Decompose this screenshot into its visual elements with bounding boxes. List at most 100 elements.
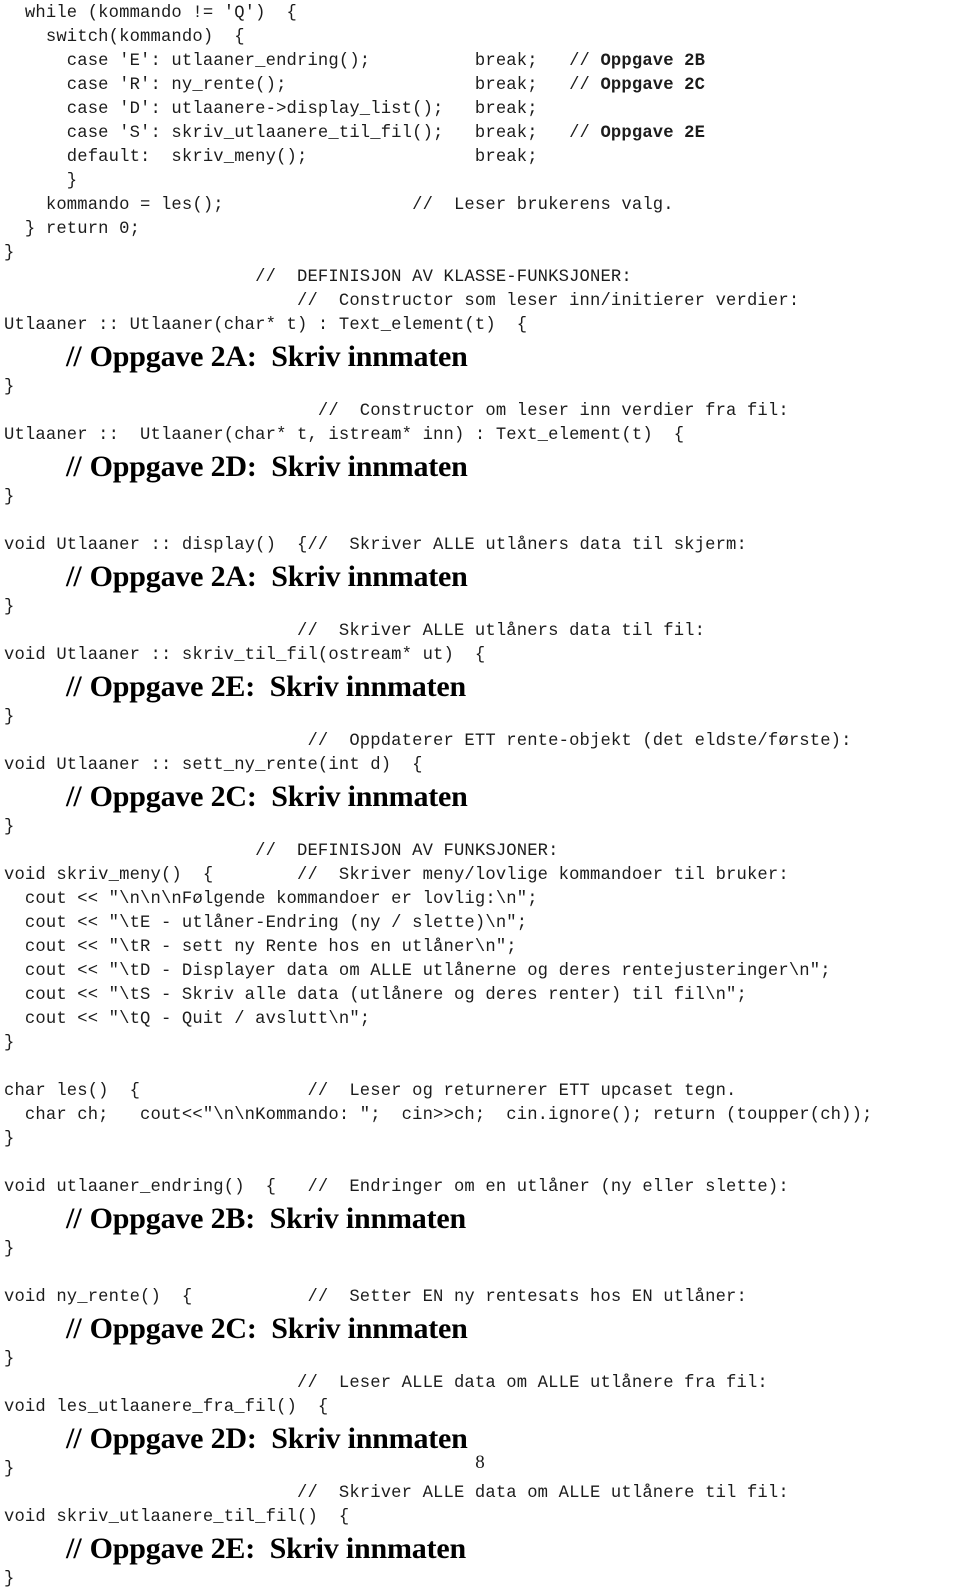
code-line-text: } <box>4 244 15 263</box>
task-heading: //Oppgave 2B: Skriv innmaten <box>4 1200 960 1238</box>
code-line: case 'E': utlaaner_endring(); break; // … <box>4 50 960 74</box>
code-line-text: // Leser ALLE data om ALLE utlånere fra … <box>4 1374 768 1393</box>
code-line-text: void Utlaaner :: display() {// Skriver A… <box>4 536 747 555</box>
task-heading: //Oppgave 2D: Skriv innmaten <box>4 448 960 486</box>
code-line-text: } <box>4 598 15 617</box>
code-line: } <box>4 1568 960 1592</box>
page-number: 8 <box>475 1452 485 1473</box>
code-line: void ny_rente() { // Setter EN ny rentes… <box>4 1286 960 1310</box>
code-line: void utlaaner_endring() { // Endringer o… <box>4 1176 960 1200</box>
code-line: } <box>4 706 960 730</box>
code-line: } <box>4 1128 960 1152</box>
code-line-text: Utlaaner :: Utlaaner(char* t) : Text_ele… <box>4 316 528 335</box>
code-line: // Constructor om leser inn verdier fra … <box>4 400 960 424</box>
comment-slashes: // <box>66 1202 82 1235</box>
code-line: void Utlaaner :: skriv_til_fil(ostream* … <box>4 644 960 668</box>
code-line: } <box>4 1348 960 1372</box>
code-line-text: cout << "\tE - utlåner-Endring (ny / sle… <box>4 914 528 933</box>
task-heading: //Oppgave 2C: Skriv innmaten <box>4 778 960 816</box>
task-heading-text: Oppgave 2C: Skriv innmaten <box>89 1312 468 1345</box>
code-line-text: while (kommando != 'Q') { <box>4 4 297 23</box>
task-heading-text: Oppgave 2D: Skriv innmaten <box>89 1422 468 1455</box>
task-heading: //Oppgave 2E: Skriv innmaten <box>4 1530 960 1568</box>
code-line: case 'R': ny_rente(); break; // Oppgave … <box>4 74 960 98</box>
code-line-text: } return 0; <box>4 220 141 239</box>
code-line: case 'S': skriv_utlaanere_til_fil(); bre… <box>4 122 960 146</box>
code-line: } <box>4 242 960 266</box>
code-line: } <box>4 1238 960 1262</box>
task-heading: //Oppgave 2E: Skriv innmaten <box>4 668 960 706</box>
code-line-text: // Constructor som leser inn/initierer v… <box>4 292 800 311</box>
code-line-text: void skriv_utlaanere_til_fil() { <box>4 1508 350 1527</box>
code-line-text: void Utlaaner :: skriv_til_fil(ostream* … <box>4 646 486 665</box>
code-line: void les_utlaanere_fra_fil() { <box>4 1396 960 1420</box>
code-line-text: case 'D': utlaanere->display_list(); bre… <box>4 100 538 119</box>
code-line-text: case 'R': ny_rente(); break; // <box>4 76 601 95</box>
comment-slashes: // <box>66 1312 82 1345</box>
task-heading-text: Oppgave 2B: Skriv innmaten <box>89 1202 467 1235</box>
task-heading-text: Oppgave 2C: Skriv innmaten <box>89 780 468 813</box>
code-line: void skriv_utlaanere_til_fil() { <box>4 1506 960 1530</box>
code-line-text: // DEFINISJON AV FUNKSJONER: <box>4 842 559 861</box>
comment-slashes: // <box>66 340 82 373</box>
code-line: } <box>4 376 960 400</box>
code-line: case 'D': utlaanere->display_list(); bre… <box>4 98 960 122</box>
task-heading-text: Oppgave 2E: Skriv innmaten <box>89 1532 467 1565</box>
code-line: Utlaaner :: Utlaaner(char* t) : Text_ele… <box>4 314 960 338</box>
code-line-text: cout << "\tS - Skriv alle data (utlånere… <box>4 986 747 1005</box>
code-line: } return 0; <box>4 218 960 242</box>
code-line: // Oppdaterer ETT rente-objekt (det elds… <box>4 730 960 754</box>
code-line-text: cout << "\tR - sett ny Rente hos en utlå… <box>4 938 517 957</box>
code-line: } <box>4 170 960 194</box>
code-line-text: } <box>4 708 15 727</box>
comment-slashes: // <box>66 1422 82 1455</box>
page-canvas: while (kommando != 'Q') { switch(kommand… <box>0 0 960 1589</box>
task-heading-text: Oppgave 2A: Skriv innmaten <box>89 340 468 373</box>
code-line: // DEFINISJON AV KLASSE-FUNKSJONER: <box>4 266 960 290</box>
code-line: cout << "\tE - utlåner-Endring (ny / sle… <box>4 912 960 936</box>
code-line: Utlaaner :: Utlaaner(char* t, istream* i… <box>4 424 960 448</box>
code-line: kommando = les(); // Leser brukerens val… <box>4 194 960 218</box>
code-line-text: } <box>4 1350 15 1369</box>
code-line: void Utlaaner :: sett_ny_rente(int d) { <box>4 754 960 778</box>
code-line: cout << "\tR - sett ny Rente hos en utlå… <box>4 936 960 960</box>
code-line-text: } <box>4 488 15 507</box>
code-line-text: // Skriver ALLE utlåners data til fil: <box>4 622 706 641</box>
task-ref-label: Oppgave 2E <box>600 124 706 143</box>
code-line: } <box>4 816 960 840</box>
task-heading-text: Oppgave 2E: Skriv innmaten <box>89 670 467 703</box>
code-line-text: } <box>4 1570 15 1589</box>
code-line-text: char ch; cout<<"\n\nKommando: "; cin>>ch… <box>4 1106 873 1125</box>
task-heading: //Oppgave 2A: Skriv innmaten <box>4 338 960 376</box>
code-line-text: } <box>4 172 78 191</box>
code-line-text: Utlaaner :: Utlaaner(char* t, istream* i… <box>4 426 685 445</box>
code-line-text: } <box>4 818 15 837</box>
code-line-text: void ny_rente() { // Setter EN ny rentes… <box>4 1288 747 1307</box>
comment-slashes: // <box>66 1532 82 1565</box>
code-line-text: case 'S': skriv_utlaanere_til_fil(); bre… <box>4 124 601 143</box>
code-line-text: } <box>4 1034 15 1053</box>
code-line-text: switch(kommando) { <box>4 28 245 47</box>
code-line-text: cout << "\tQ - Quit / avslutt\n"; <box>4 1010 371 1029</box>
code-line-text: kommando = les(); // Leser brukerens val… <box>4 196 674 215</box>
task-heading-text: Oppgave 2D: Skriv innmaten <box>89 450 468 483</box>
code-line: cout << "\tS - Skriv alle data (utlånere… <box>4 984 960 1008</box>
code-line: } <box>4 486 960 510</box>
code-line-text: void Utlaaner :: sett_ny_rente(int d) { <box>4 756 423 775</box>
code-line-text: cout << "\tD - Displayer data om ALLE ut… <box>4 962 831 981</box>
code-line: char ch; cout<<"\n\nKommando: "; cin>>ch… <box>4 1104 960 1128</box>
code-line: } <box>4 1032 960 1056</box>
code-line: cout << "\tD - Displayer data om ALLE ut… <box>4 960 960 984</box>
code-line-text: // Oppdaterer ETT rente-objekt (det elds… <box>4 732 852 751</box>
task-heading-text: Oppgave 2A: Skriv innmaten <box>89 560 468 593</box>
code-line: // Leser ALLE data om ALLE utlånere fra … <box>4 1372 960 1396</box>
comment-slashes: // <box>66 450 82 483</box>
task-heading: //Oppgave 2C: Skriv innmaten <box>4 1310 960 1348</box>
code-line-text: void skriv_meny() { // Skriver meny/lovl… <box>4 866 789 885</box>
code-line-text: } <box>4 378 15 397</box>
task-heading: //Oppgave 2A: Skriv innmaten <box>4 558 960 596</box>
